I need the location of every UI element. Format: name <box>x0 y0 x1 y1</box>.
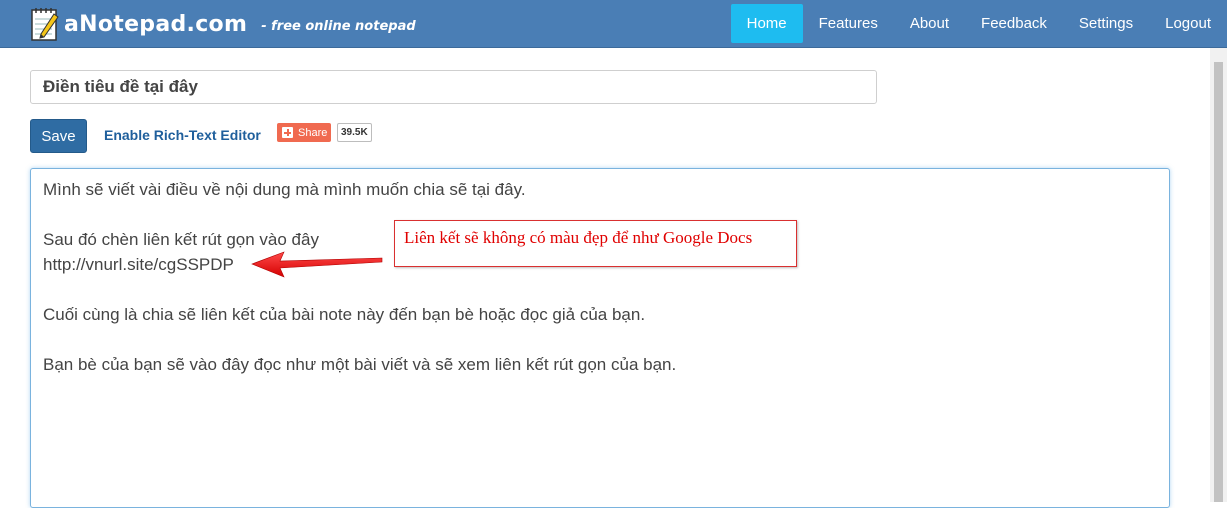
note-blank-line <box>43 327 1157 352</box>
save-button[interactable]: Save <box>30 119 87 153</box>
brand-name: aNotepad.com <box>64 11 248 37</box>
top-navbar: aNotepad.com - free online notepad Home … <box>0 0 1227 48</box>
share-label: Share <box>298 126 328 139</box>
main-nav: Home Features About Feedback Settings Lo… <box>730 4 1227 43</box>
note-line: Cuối cùng là chia sẽ liên kết của bài no… <box>43 305 646 324</box>
page-scrollbar-thumb[interactable] <box>1214 62 1223 502</box>
note-editor[interactable]: Mình sẽ viết vài điều về nội dung mà mìn… <box>30 168 1170 508</box>
nav-features[interactable]: Features <box>803 4 894 43</box>
notepad-logo-icon <box>30 5 60 43</box>
nav-home[interactable]: Home <box>730 4 803 43</box>
nav-logout[interactable]: Logout <box>1149 4 1227 43</box>
note-blank-line <box>43 277 1157 302</box>
plus-icon <box>282 127 293 138</box>
nav-feedback[interactable]: Feedback <box>965 4 1063 43</box>
share-button[interactable]: Share <box>277 123 331 142</box>
note-line: Mình sẽ viết vài điều về nội dung mà mìn… <box>43 180 526 199</box>
brand[interactable]: aNotepad.com - free online notepad <box>30 4 416 44</box>
brand-tagline: - free online notepad <box>261 18 416 34</box>
note-line: Bạn bè của bạn sẽ vào đây đọc như một bà… <box>43 355 677 374</box>
enable-rich-text-link[interactable]: Enable Rich-Text Editor <box>104 127 261 143</box>
note-title-input[interactable] <box>30 70 877 104</box>
annotation-callout: Liên kết sẽ không có màu đẹp để như Goog… <box>394 220 797 267</box>
nav-about[interactable]: About <box>894 4 965 43</box>
red-arrow-icon <box>251 251 383 278</box>
share-count-badge: 39.5K <box>337 123 372 142</box>
nav-settings[interactable]: Settings <box>1063 4 1149 43</box>
